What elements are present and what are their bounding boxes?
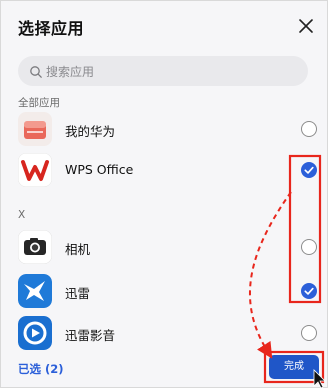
list-item[interactable]: 相机 [1, 225, 327, 269]
app-checkbox[interactable] [301, 239, 317, 255]
app-name: WPS Office [65, 162, 134, 177]
app-checkbox[interactable] [301, 325, 317, 341]
list-item[interactable]: 我的华为 [1, 107, 327, 151]
checkmark-icon [304, 166, 314, 174]
app-name: 迅雷影音 [65, 328, 116, 343]
myhuawei-icon [18, 112, 52, 146]
app-picker-dialog: 选择应用 搜索应用 全部应用 我的华为 WPS Office X 相机 迅雷 迅… [0, 0, 328, 388]
app-checkbox[interactable] [301, 121, 317, 137]
search-placeholder: 搜索应用 [46, 65, 95, 79]
done-button[interactable]: 完成 [269, 355, 319, 379]
xunlei-player-icon [18, 316, 52, 350]
selected-count[interactable]: 已选 (2) [18, 361, 64, 377]
search-icon [29, 64, 43, 78]
camera-icon [18, 230, 52, 264]
section-label-x: X [18, 209, 26, 221]
dialog-title: 选择应用 [18, 19, 85, 38]
wps-office-icon [18, 153, 52, 187]
app-name: 我的华为 [65, 124, 116, 139]
xunlei-icon [18, 274, 52, 308]
dialog-header: 选择应用 [1, 1, 327, 53]
app-checkbox[interactable] [301, 283, 317, 299]
search-input[interactable]: 搜索应用 [18, 56, 308, 86]
list-item[interactable]: WPS Office [1, 148, 327, 192]
app-name: 相机 [65, 242, 91, 257]
app-checkbox[interactable] [301, 162, 317, 178]
app-name: 迅雷 [65, 286, 91, 301]
checkmark-icon [304, 287, 314, 295]
dialog-footer: 已选 (2) 完成 [1, 351, 327, 387]
list-item[interactable]: 迅雷影音 [1, 311, 327, 355]
close-icon[interactable] [297, 17, 315, 35]
list-item[interactable]: 迅雷 [1, 269, 327, 313]
